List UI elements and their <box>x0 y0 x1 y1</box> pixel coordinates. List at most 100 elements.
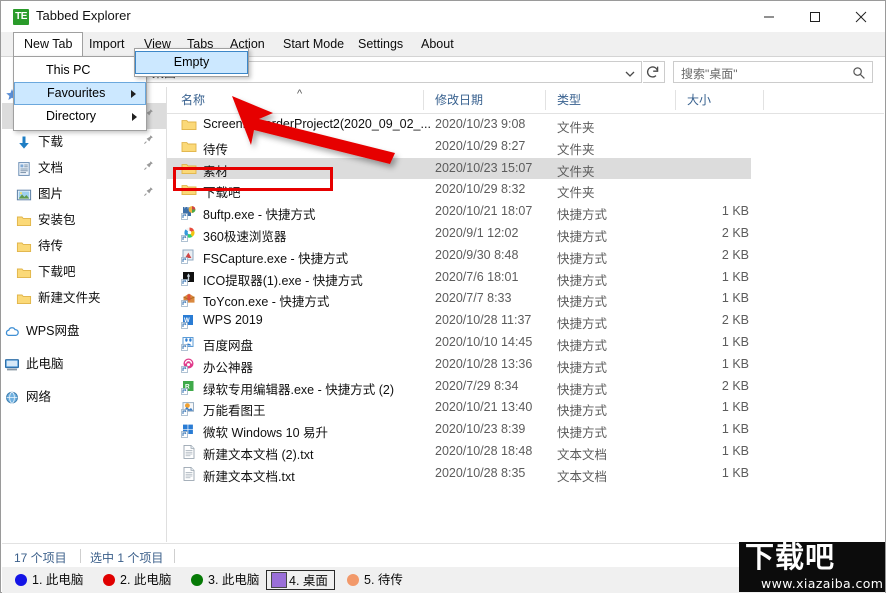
file-name: 绿软专用编辑器.exe - 快捷方式 (2) <box>203 379 394 398</box>
sidebar-item-11[interactable]: 网络 <box>2 384 166 410</box>
taskbar-tab-2[interactable]: 2. 此电脑 <box>98 570 177 590</box>
sidebar-item-label: 此电脑 <box>26 351 64 377</box>
sidebar-item-5[interactable]: 安装包 <box>2 207 166 233</box>
refresh-button[interactable] <box>643 61 665 83</box>
sidebar-item-3[interactable]: 文档 <box>2 155 166 181</box>
table-row[interactable]: ICO提取器(1).exe - 快捷方式2020/7/6 18:01快捷方式1 … <box>167 267 884 289</box>
viewer-shortcut-icon <box>181 400 197 416</box>
sidebar-item-4[interactable]: 图片 <box>2 181 166 207</box>
taskbar-tab-4[interactable]: 4. 桌面 <box>266 570 335 590</box>
toycon-shortcut-icon <box>181 291 197 307</box>
table-row[interactable]: 办公神器2020/10/28 13:36快捷方式1 KB <box>167 354 884 376</box>
file-type: 文件夹 <box>557 161 595 180</box>
column-header-1[interactable]: 修改日期 <box>435 87 483 113</box>
column-divider-right[interactable] <box>763 90 764 110</box>
dropdown-item-this pc[interactable]: This PC <box>14 59 146 82</box>
file-type: 快捷方式 <box>557 335 607 354</box>
file-size: 1 KB <box>687 204 749 218</box>
table-row[interactable]: ToYcon.exe - 快捷方式2020/7/7 8:33快捷方式1 KB <box>167 288 884 310</box>
file-list-pane[interactable]: 名称修改日期类型大小^ ScreenRecorderProject2(2020_… <box>167 87 884 542</box>
file-modified-date: 2020/10/21 18:07 <box>435 204 532 218</box>
table-row[interactable]: 新建文本文档.txt 2020/10/28 8:35 文本文档 1 KB <box>167 463 884 485</box>
taskbar-tab-3[interactable]: 3. 此电脑 <box>186 570 265 590</box>
file-type: 快捷方式 <box>557 270 607 289</box>
taskbar-tab-5[interactable]: 5. 待传 <box>342 570 409 590</box>
menu-item-new-tab[interactable]: New Tab <box>13 32 83 57</box>
file-type: 文本文档 <box>557 466 607 485</box>
app-logo-icon: TE <box>13 9 29 25</box>
file-modified-date: 2020/7/29 8:34 <box>435 379 518 393</box>
capture-shortcut-icon <box>181 248 197 264</box>
table-row[interactable]: R绿软专用编辑器.exe - 快捷方式 (2)2020/7/29 8:34快捷方… <box>167 376 884 398</box>
sidebar-item-6[interactable]: 待传 <box>2 233 166 259</box>
table-row[interactable]: 待传2020/10/29 8:27文件夹 <box>167 136 884 158</box>
annotation-highlight-box <box>173 167 333 191</box>
file-name: 百度网盘 <box>203 335 253 354</box>
browser-shortcut-icon <box>181 226 197 242</box>
menu-item-start-mode[interactable]: Start Mode <box>273 32 354 56</box>
column-divider[interactable] <box>545 90 546 110</box>
file-type: 快捷方式 <box>557 226 607 245</box>
file-name: 新建文本文档 (2).txt <box>203 444 313 463</box>
tab-color-dot <box>191 574 203 586</box>
folder-icon <box>16 238 32 254</box>
table-row[interactable]: 360极速浏览器2020/9/1 12:02快捷方式2 KB <box>167 223 884 245</box>
menu-item-import[interactable]: Import <box>79 32 134 56</box>
sidebar-item-label: 文档 <box>38 155 63 181</box>
table-row[interactable]: FSCapture.exe - 快捷方式2020/9/30 8:48快捷方式2 … <box>167 245 884 267</box>
file-modified-date: 2020/10/10 14:45 <box>435 335 532 349</box>
pin-icon[interactable] <box>143 155 154 181</box>
submenu-item-empty[interactable]: Empty <box>135 51 248 74</box>
search-input[interactable]: 搜索"桌面" <box>673 61 873 83</box>
table-row[interactable]: ScreenRecorderProject2(2020_09_02_...202… <box>167 114 884 136</box>
new-tab-dropdown-menu[interactable]: This PCFavourites Directory <box>13 56 147 131</box>
sidebar-item-2[interactable]: 下载 <box>2 129 166 155</box>
chevron-down-icon[interactable] <box>624 68 636 82</box>
file-size: 1 KB <box>687 466 749 480</box>
file-size: 1 KB <box>687 291 749 305</box>
file-name: 万能看图王 <box>203 400 266 419</box>
tab-color-dot <box>103 574 115 586</box>
windows-shortcut-icon <box>181 422 197 438</box>
menu-item-settings[interactable]: Settings <box>348 32 413 56</box>
navigation-sidebar[interactable]: 收藏夹桌面下载文档图片安装包待传下载吧新建文件夹WPS网盘此电脑网络 <box>2 87 167 542</box>
file-name: 新建文本文档.txt <box>203 466 295 485</box>
favourites-submenu[interactable]: Empty <box>134 48 249 77</box>
taskbar-tab-1[interactable]: 1. 此电脑 <box>10 570 89 590</box>
column-divider[interactable] <box>423 90 424 110</box>
sidebar-item-label: 下载吧 <box>38 259 76 285</box>
column-header-2[interactable]: 类型 <box>557 87 581 113</box>
ftp-shortcut-icon: FTP <box>181 204 197 220</box>
dropdown-item-label: Directory <box>46 109 96 123</box>
table-row[interactable]: 百度网盘2020/10/10 14:45快捷方式1 KB <box>167 332 884 354</box>
pin-icon[interactable] <box>143 129 154 155</box>
maximize-button[interactable] <box>792 1 838 32</box>
column-header-0[interactable]: 名称 <box>181 87 205 113</box>
pin-icon[interactable] <box>143 181 154 207</box>
sidebar-item-9[interactable]: WPS网盘 <box>2 318 166 344</box>
column-divider[interactable] <box>675 90 676 110</box>
table-row[interactable]: 微软 Windows 10 易升2020/10/23 8:39快捷方式1 KB <box>167 419 884 441</box>
sidebar-item-7[interactable]: 下载吧 <box>2 259 166 285</box>
sidebar-item-label: 新建文件夹 <box>38 285 101 311</box>
folder-icon <box>181 117 197 133</box>
sidebar-item-8[interactable]: 新建文件夹 <box>2 285 166 311</box>
dropdown-item-favourites[interactable]: Favourites <box>14 82 146 105</box>
table-row[interactable]: 新建文本文档 (2).txt2020/10/28 18:48文本文档1 KB <box>167 441 884 463</box>
table-row[interactable]: 万能看图王2020/10/21 13:40快捷方式1 KB <box>167 397 884 419</box>
menu-item-about[interactable]: About <box>411 32 464 56</box>
picture-icon <box>16 186 32 202</box>
minimize-button[interactable] <box>746 1 792 32</box>
dropdown-item-directory[interactable]: Directory <box>14 105 146 128</box>
file-modified-date: 2020/10/23 15:07 <box>435 161 532 175</box>
file-modified-date: 2020/10/28 8:35 <box>435 466 525 480</box>
search-icon[interactable] <box>852 66 866 83</box>
table-row[interactable]: FTP8uftp.exe - 快捷方式2020/10/21 18:07快捷方式1… <box>167 201 884 223</box>
baidu-shortcut-icon <box>181 335 197 351</box>
column-header-3[interactable]: 大小 <box>687 87 711 113</box>
table-row[interactable]: WWPS 20192020/10/28 11:37快捷方式2 KB <box>167 310 884 332</box>
status-item-count: 17 个项目 <box>14 549 67 566</box>
close-button[interactable] <box>838 1 884 32</box>
sidebar-item-10[interactable]: 此电脑 <box>2 351 166 377</box>
file-size: 1 KB <box>687 444 749 458</box>
